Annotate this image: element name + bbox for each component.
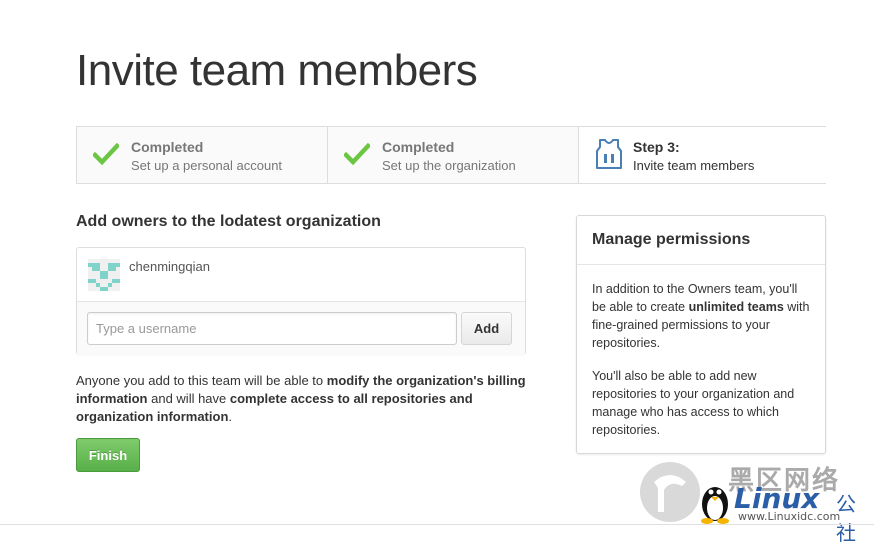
list-item: chenmingqian: [77, 248, 525, 302]
progress-steps: Completed Set up a personal account Comp…: [76, 126, 826, 184]
step-1-subtitle: Set up a personal account: [131, 158, 283, 173]
panel-title: Manage permissions: [577, 216, 825, 265]
notice-text: Anyone you add to this team will be able…: [76, 373, 327, 388]
page-title: Invite team members: [76, 46, 478, 95]
watermark-logo-icon: [640, 462, 700, 522]
panel-paragraph: You'll also be able to add new repositor…: [592, 369, 795, 437]
add-member-row: Add: [77, 302, 525, 356]
add-button[interactable]: Add: [461, 312, 512, 345]
avatar: [88, 259, 120, 291]
check-icon: [93, 143, 119, 165]
check-icon: [344, 143, 370, 165]
step-2: Completed Set up the organization: [328, 127, 579, 183]
watermark-logo-suffix: 公社: [836, 492, 856, 545]
username-input[interactable]: [87, 312, 457, 345]
owners-heading: Add owners to the lodatest organization: [76, 213, 381, 230]
step-2-title: Completed: [382, 139, 455, 155]
divider: [0, 524, 874, 525]
step-3: Step 3: Invite team members: [579, 127, 826, 183]
finish-button[interactable]: Finish: [76, 438, 140, 472]
step-3-subtitle: Invite team members: [633, 158, 755, 173]
member-username[interactable]: chenmingqian: [129, 259, 210, 274]
watermark-url: www.Linuxidc.com: [738, 510, 841, 523]
owners-list: chenmingqian Add: [76, 247, 526, 356]
manage-permissions-panel: Manage permissions In addition to the Ow…: [576, 215, 826, 454]
permissions-notice: Anyone you add to this team will be able…: [76, 372, 536, 426]
jersey-icon: [596, 139, 622, 169]
penguin-icon: [701, 487, 729, 524]
step-1-title: Completed: [131, 139, 204, 155]
notice-text: .: [228, 409, 233, 424]
watermark: 黑区网络 Linux 公社 www.Linuxidc.com: [640, 458, 874, 545]
panel-bold-text: unlimited teams: [688, 300, 784, 314]
notice-text: and will have: [147, 391, 230, 406]
panel-paragraph: In addition to the Owners team, you'll b…: [592, 280, 810, 352]
step-1: Completed Set up a personal account: [77, 127, 328, 183]
step-3-title: Step 3:: [633, 139, 680, 155]
step-2-subtitle: Set up the organization: [382, 158, 516, 173]
